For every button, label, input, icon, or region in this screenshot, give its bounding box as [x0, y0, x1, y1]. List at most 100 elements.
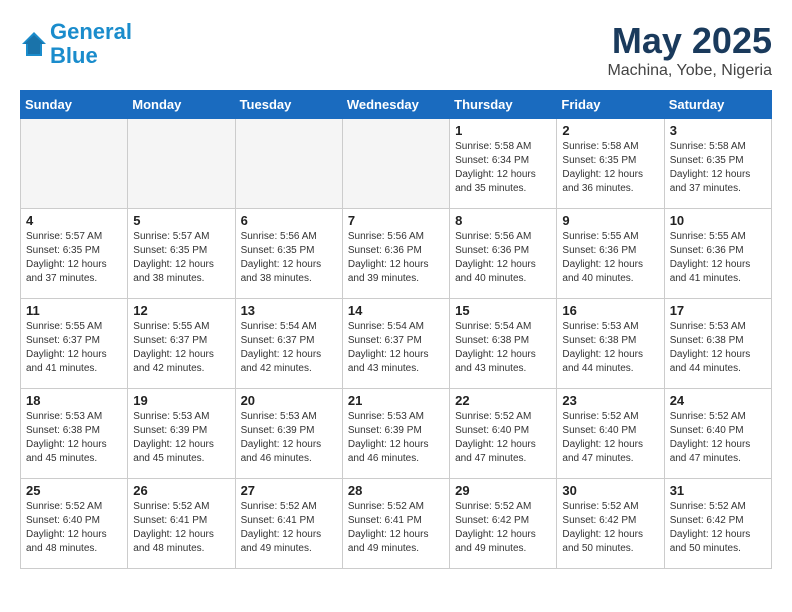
calendar-cell: 17Sunrise: 5:53 AMSunset: 6:38 PMDayligh… [664, 299, 771, 389]
day-info: Sunrise: 5:56 AMSunset: 6:36 PMDaylight:… [455, 230, 551, 286]
calendar-cell: 7 Sunrise: 5:56 AMSunset: 6:36 PMDaylight… [342, 209, 449, 299]
calendar-cell [235, 119, 342, 209]
day-info: Sunrise: 5:52 AMSunset: 6:41 PMDaylight:… [348, 500, 444, 556]
page-header: General Blue May 2025 Machina, Yobe, Nig… [20, 20, 772, 80]
calendar-cell: 1Sunrise: 5:58 AMSunset: 6:34 PMDaylight… [450, 119, 557, 209]
day-info: Sunrise: 5:52 AMSunset: 6:40 PMDaylight:… [26, 500, 122, 556]
calendar-cell: 29 Sunrise: 5:52 AMSunset: 6:42 PMDayligh… [450, 479, 557, 569]
day-number: 11 [26, 303, 122, 318]
calendar-cell: 2Sunrise: 5:58 AMSunset: 6:35 PMDaylight… [557, 119, 664, 209]
calendar-cell: 5 Sunrise: 5:57 AMSunset: 6:35 PMDaylight… [128, 209, 235, 299]
day-info: Sunrise: 5:56 AMSunset: 6:35 PMDaylight:… [241, 230, 337, 286]
calendar-cell [342, 119, 449, 209]
calendar-cell: 16 Sunrise: 5:53 AMSunset: 6:38 PMDayligh… [557, 299, 664, 389]
weekday-header: Friday [557, 91, 664, 119]
day-number: 12 [133, 303, 229, 318]
day-number: 24 [670, 393, 766, 408]
day-info: Sunrise: 5:53 AMSunset: 6:38 PMDaylight:… [562, 320, 658, 376]
calendar-cell: 12 Sunrise: 5:55 AMSunset: 6:37 PMDayligh… [128, 299, 235, 389]
day-info: Sunrise: 5:52 AMSunset: 6:42 PMDaylight:… [670, 500, 766, 556]
day-number: 19 [133, 393, 229, 408]
logo-blue: Blue [50, 43, 98, 68]
day-info: Sunrise: 5:56 AMSunset: 6:36 PMDaylight:… [348, 230, 444, 286]
day-number: 6 [241, 213, 337, 228]
calendar-cell: 11 Sunrise: 5:55 AMSunset: 6:37 PMDayligh… [21, 299, 128, 389]
day-info: Sunrise: 5:57 AMSunset: 6:35 PMDaylight:… [26, 230, 122, 286]
weekday-header: Monday [128, 91, 235, 119]
calendar-cell: 10 Sunrise: 5:55 AMSunset: 6:36 PMDayligh… [664, 209, 771, 299]
calendar-cell [128, 119, 235, 209]
day-number: 27 [241, 483, 337, 498]
calendar-cell: 8 Sunrise: 5:56 AMSunset: 6:36 PMDaylight… [450, 209, 557, 299]
weekday-header: Wednesday [342, 91, 449, 119]
calendar-cell: 27 Sunrise: 5:52 AMSunset: 6:41 PMDayligh… [235, 479, 342, 569]
weekday-header: Tuesday [235, 91, 342, 119]
weekday-header: Saturday [664, 91, 771, 119]
calendar-week-row: 11 Sunrise: 5:55 AMSunset: 6:37 PMDayligh… [21, 299, 772, 389]
day-info: Sunrise: 5:52 AMSunset: 6:40 PMDaylight:… [670, 410, 766, 466]
day-info: Sunrise: 5:53 AMSunset: 6:38 PMDaylight:… [26, 410, 122, 466]
day-number: 31 [670, 483, 766, 498]
day-number: 30 [562, 483, 658, 498]
day-number: 14 [348, 303, 444, 318]
day-info: Sunrise: 5:54 AMSunset: 6:37 PMDaylight:… [348, 320, 444, 376]
day-info: Sunrise: 5:55 AMSunset: 6:36 PMDaylight:… [670, 230, 766, 286]
calendar-cell: 6 Sunrise: 5:56 AMSunset: 6:35 PMDaylight… [235, 209, 342, 299]
location-title: Machina, Yobe, Nigeria [607, 62, 772, 80]
day-number: 23 [562, 393, 658, 408]
day-info: Sunrise: 5:55 AMSunset: 6:37 PMDaylight:… [26, 320, 122, 376]
day-info: Sunrise: 5:53 AMSunset: 6:39 PMDaylight:… [241, 410, 337, 466]
day-info: Sunrise: 5:52 AMSunset: 6:41 PMDaylight:… [133, 500, 229, 556]
day-number: 3 [670, 123, 766, 138]
calendar-table: SundayMondayTuesdayWednesdayThursdayFrid… [20, 90, 772, 569]
day-number: 2 [562, 123, 658, 138]
day-number: 1 [455, 123, 551, 138]
day-info: Sunrise: 5:52 AMSunset: 6:42 PMDaylight:… [562, 500, 658, 556]
day-number: 25 [26, 483, 122, 498]
day-info: Sunrise: 5:55 AMSunset: 6:36 PMDaylight:… [562, 230, 658, 286]
day-number: 5 [133, 213, 229, 228]
calendar-cell: 25 Sunrise: 5:52 AMSunset: 6:40 PMDayligh… [21, 479, 128, 569]
day-number: 20 [241, 393, 337, 408]
calendar-week-row: 4Sunrise: 5:57 AMSunset: 6:35 PMDaylight… [21, 209, 772, 299]
calendar-cell: 26Sunrise: 5:52 AMSunset: 6:41 PMDayligh… [128, 479, 235, 569]
day-number: 8 [455, 213, 551, 228]
day-info: Sunrise: 5:52 AMSunset: 6:42 PMDaylight:… [455, 500, 551, 556]
day-number: 7 [348, 213, 444, 228]
day-number: 22 [455, 393, 551, 408]
calendar-cell: 4Sunrise: 5:57 AMSunset: 6:35 PMDaylight… [21, 209, 128, 299]
day-info: Sunrise: 5:54 AMSunset: 6:37 PMDaylight:… [241, 320, 337, 376]
day-info: Sunrise: 5:54 AMSunset: 6:38 PMDaylight:… [455, 320, 551, 376]
day-number: 9 [562, 213, 658, 228]
day-number: 10 [670, 213, 766, 228]
month-title: May 2025 [607, 20, 772, 62]
day-info: Sunrise: 5:52 AMSunset: 6:40 PMDaylight:… [455, 410, 551, 466]
day-info: Sunrise: 5:53 AMSunset: 6:39 PMDaylight:… [348, 410, 444, 466]
day-number: 28 [348, 483, 444, 498]
calendar-cell: 23Sunrise: 5:52 AMSunset: 6:40 PMDayligh… [557, 389, 664, 479]
day-info: Sunrise: 5:53 AMSunset: 6:38 PMDaylight:… [670, 320, 766, 376]
calendar-week-row: 18Sunrise: 5:53 AMSunset: 6:38 PMDayligh… [21, 389, 772, 479]
calendar-cell: 18Sunrise: 5:53 AMSunset: 6:38 PMDayligh… [21, 389, 128, 479]
calendar-cell: 20 Sunrise: 5:53 AMSunset: 6:39 PMDayligh… [235, 389, 342, 479]
calendar-week-row: 25 Sunrise: 5:52 AMSunset: 6:40 PMDayligh… [21, 479, 772, 569]
calendar-week-row: 1Sunrise: 5:58 AMSunset: 6:34 PMDaylight… [21, 119, 772, 209]
title-block: May 2025 Machina, Yobe, Nigeria [607, 20, 772, 80]
calendar-cell: 28 Sunrise: 5:52 AMSunset: 6:41 PMDayligh… [342, 479, 449, 569]
day-info: Sunrise: 5:58 AMSunset: 6:35 PMDaylight:… [670, 140, 766, 196]
calendar-cell: 31 Sunrise: 5:52 AMSunset: 6:42 PMDayligh… [664, 479, 771, 569]
calendar-cell: 13Sunrise: 5:54 AMSunset: 6:37 PMDayligh… [235, 299, 342, 389]
day-number: 29 [455, 483, 551, 498]
calendar-cell: 21Sunrise: 5:53 AMSunset: 6:39 PMDayligh… [342, 389, 449, 479]
calendar-cell: 19Sunrise: 5:53 AMSunset: 6:39 PMDayligh… [128, 389, 235, 479]
calendar-cell: 24 Sunrise: 5:52 AMSunset: 6:40 PMDayligh… [664, 389, 771, 479]
logo: General Blue [20, 20, 132, 68]
day-info: Sunrise: 5:57 AMSunset: 6:35 PMDaylight:… [133, 230, 229, 286]
calendar-header-row: SundayMondayTuesdayWednesdayThursdayFrid… [21, 91, 772, 119]
calendar-cell [21, 119, 128, 209]
day-info: Sunrise: 5:55 AMSunset: 6:37 PMDaylight:… [133, 320, 229, 376]
day-number: 16 [562, 303, 658, 318]
calendar-cell: 30 Sunrise: 5:52 AMSunset: 6:42 PMDayligh… [557, 479, 664, 569]
day-number: 15 [455, 303, 551, 318]
day-info: Sunrise: 5:52 AMSunset: 6:41 PMDaylight:… [241, 500, 337, 556]
